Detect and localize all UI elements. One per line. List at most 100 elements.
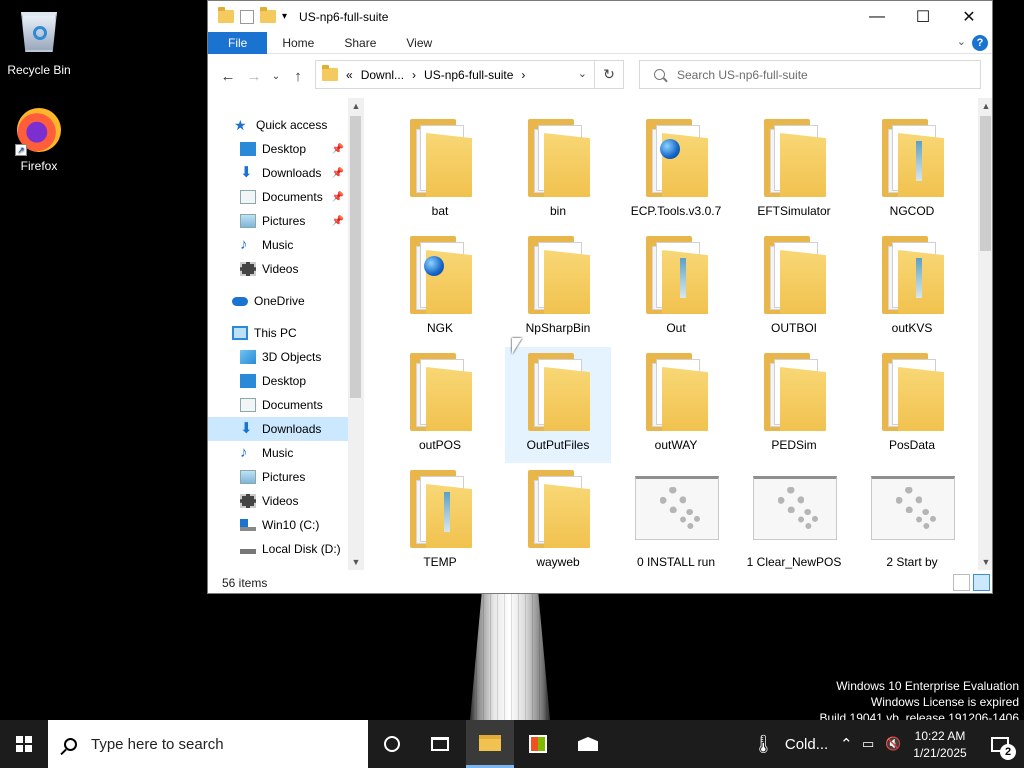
tab-view[interactable]: View <box>391 32 447 54</box>
large-icons-view-icon[interactable] <box>973 574 990 591</box>
file-item[interactable]: TEMP <box>387 464 493 570</box>
nav-item-pc-pictures[interactable]: Pictures <box>208 465 348 489</box>
chevron-down-icon[interactable]: ⌄ <box>578 67 587 80</box>
notification-count: 2 <box>1000 744 1016 760</box>
file-item[interactable]: 0 INSTALL run <box>623 464 729 570</box>
desktop-icon-recycle-bin[interactable]: Recycle Bin <box>1 8 77 77</box>
up-arrow-icon[interactable]: ↑ <box>285 68 311 85</box>
file-item[interactable]: PEDSim <box>741 347 847 463</box>
nav-item-pc-documents[interactable]: Documents <box>208 393 348 417</box>
file-item[interactable]: outKVS <box>859 230 965 346</box>
minimize-button[interactable]: — <box>854 1 900 32</box>
customize-toolbar-icon[interactable]: ▾ <box>282 11 287 22</box>
recent-locations-icon[interactable]: ⌄ <box>267 71 285 82</box>
tab-file[interactable]: File <box>208 31 268 54</box>
nav-item-documents[interactable]: Documents 📌 <box>208 185 348 209</box>
cortana-button[interactable] <box>368 720 416 768</box>
nav-item-pictures[interactable]: Pictures 📌 <box>208 209 348 233</box>
show-hidden-icons[interactable]: ⌃ <box>840 720 853 768</box>
file-item[interactable]: NpSharpBin <box>505 230 611 346</box>
network-icon[interactable]: ▭ <box>862 720 874 768</box>
details-view-icon[interactable] <box>953 574 970 591</box>
tab-home[interactable]: Home <box>267 32 329 54</box>
taskbar-mail[interactable] <box>564 720 612 768</box>
nav-item-pc-downloads[interactable]: ⬇ Downloads <box>208 417 348 441</box>
file-item[interactable]: 1 Clear_NewPOS <box>741 464 847 570</box>
file-item[interactable]: NGCOD <box>859 113 965 229</box>
file-item[interactable]: PosData <box>859 347 965 463</box>
nav-item-pc-videos[interactable]: Videos <box>208 489 348 513</box>
file-item[interactable]: 2 Start by <box>859 464 965 570</box>
taskbar-store[interactable] <box>514 720 562 768</box>
file-item[interactable]: OutPutFiles <box>505 347 611 463</box>
file-item[interactable]: bin <box>505 113 611 229</box>
nav-onedrive[interactable]: OneDrive <box>208 289 348 313</box>
breadcrumb-separator[interactable]: › <box>521 68 525 82</box>
help-icon[interactable]: ? <box>972 35 988 51</box>
breadcrumb-separator[interactable]: › <box>412 68 416 82</box>
nav-item-videos[interactable]: Videos <box>208 257 348 281</box>
search-input[interactable]: Search US-np6-full-suite <box>639 60 981 89</box>
properties-icon[interactable] <box>240 9 254 24</box>
scroll-up-icon[interactable]: ▲ <box>978 98 992 114</box>
file-item[interactable]: OUTBOI <box>741 230 847 346</box>
back-arrow-icon[interactable]: ← <box>215 68 241 85</box>
pin-icon[interactable]: 📌 <box>332 192 344 203</box>
system-clock[interactable]: 10:22 AM 1/21/2025 <box>905 728 975 762</box>
task-view-button[interactable] <box>416 720 464 768</box>
nav-item-downloads[interactable]: ⬇ Downloads 📌 <box>208 161 348 185</box>
scroll-down-icon[interactable]: ▼ <box>348 554 364 570</box>
breadcrumb-current[interactable]: US-np6-full-suite <box>424 68 513 82</box>
nav-item-pc-music[interactable]: ♪ Music <box>208 441 348 465</box>
nav-item-music[interactable]: ♪ Music <box>208 233 348 257</box>
weather-widget[interactable]: 🌡 Cold... <box>752 720 828 768</box>
drive-icon <box>240 544 256 554</box>
maximize-button[interactable]: ☐ <box>900 1 946 32</box>
file-item[interactable]: Out <box>623 230 729 346</box>
desktop-icon-firefox[interactable]: ↗ Firefox <box>1 106 77 173</box>
breadcrumb-downloads[interactable]: Downl... <box>361 68 404 82</box>
folder-icon <box>646 236 708 314</box>
search-icon <box>64 737 77 751</box>
volume-icon[interactable]: 🔇 <box>885 720 901 768</box>
content-scroll-thumb[interactable] <box>980 116 991 251</box>
title-bar[interactable]: ▾ US-np6-full-suite — ☐ ✕ <box>208 1 992 32</box>
pin-icon[interactable]: 📌 <box>332 168 344 179</box>
scroll-up-icon[interactable]: ▲ <box>348 98 364 114</box>
nav-this-pc[interactable]: This PC <box>208 321 348 345</box>
file-item[interactable]: EFTSimulator <box>741 113 847 229</box>
nav-item-3d-objects[interactable]: 3D Objects <box>208 345 348 369</box>
expand-ribbon-icon[interactable]: ⌄ <box>957 35 966 48</box>
tab-share[interactable]: Share <box>329 32 391 54</box>
nav-quick-access[interactable]: ★ Quick access <box>208 113 348 137</box>
file-item[interactable]: bat <box>387 113 493 229</box>
taskbar-file-explorer[interactable] <box>466 720 514 768</box>
file-item[interactable]: ECP.Tools.v3.0.7 <box>623 113 729 229</box>
breadcrumb-overflow[interactable]: « <box>346 68 353 82</box>
content-scrollbar[interactable]: ▲ ▼ <box>978 98 992 570</box>
taskbar-search-box[interactable]: Type here to search <box>48 720 368 768</box>
start-button[interactable] <box>0 720 48 768</box>
weather-text: Cold... <box>784 735 829 753</box>
desktop-icon <box>240 142 256 156</box>
nav-scroll-thumb[interactable] <box>350 116 361 398</box>
status-bar: 56 items <box>208 570 992 593</box>
action-center-button[interactable]: 2 <box>976 720 1024 768</box>
file-item[interactable]: outPOS <box>387 347 493 463</box>
address-bar[interactable]: « Downl... › US-np6-full-suite › ⌄ ↻ <box>315 60 624 89</box>
file-item[interactable]: NGK <box>387 230 493 346</box>
forward-arrow-icon[interactable]: → <box>241 68 267 85</box>
close-button[interactable]: ✕ <box>946 1 992 32</box>
scroll-down-icon[interactable]: ▼ <box>978 554 992 570</box>
new-folder-icon[interactable] <box>260 7 276 23</box>
pin-icon[interactable]: 📌 <box>332 144 344 155</box>
file-item[interactable]: wayweb <box>505 464 611 570</box>
nav-item-drive-d[interactable]: Local Disk (D:) <box>208 537 348 561</box>
nav-item-pc-desktop[interactable]: Desktop <box>208 369 348 393</box>
refresh-icon[interactable]: ↻ <box>594 61 623 88</box>
file-item[interactable]: outWAY <box>623 347 729 463</box>
nav-item-desktop[interactable]: Desktop 📌 <box>208 137 348 161</box>
nav-item-drive-c[interactable]: Win10 (C:) <box>208 513 348 537</box>
pin-icon[interactable]: 📌 <box>332 216 344 227</box>
nav-scrollbar[interactable]: ▲ ▼ <box>348 98 364 570</box>
